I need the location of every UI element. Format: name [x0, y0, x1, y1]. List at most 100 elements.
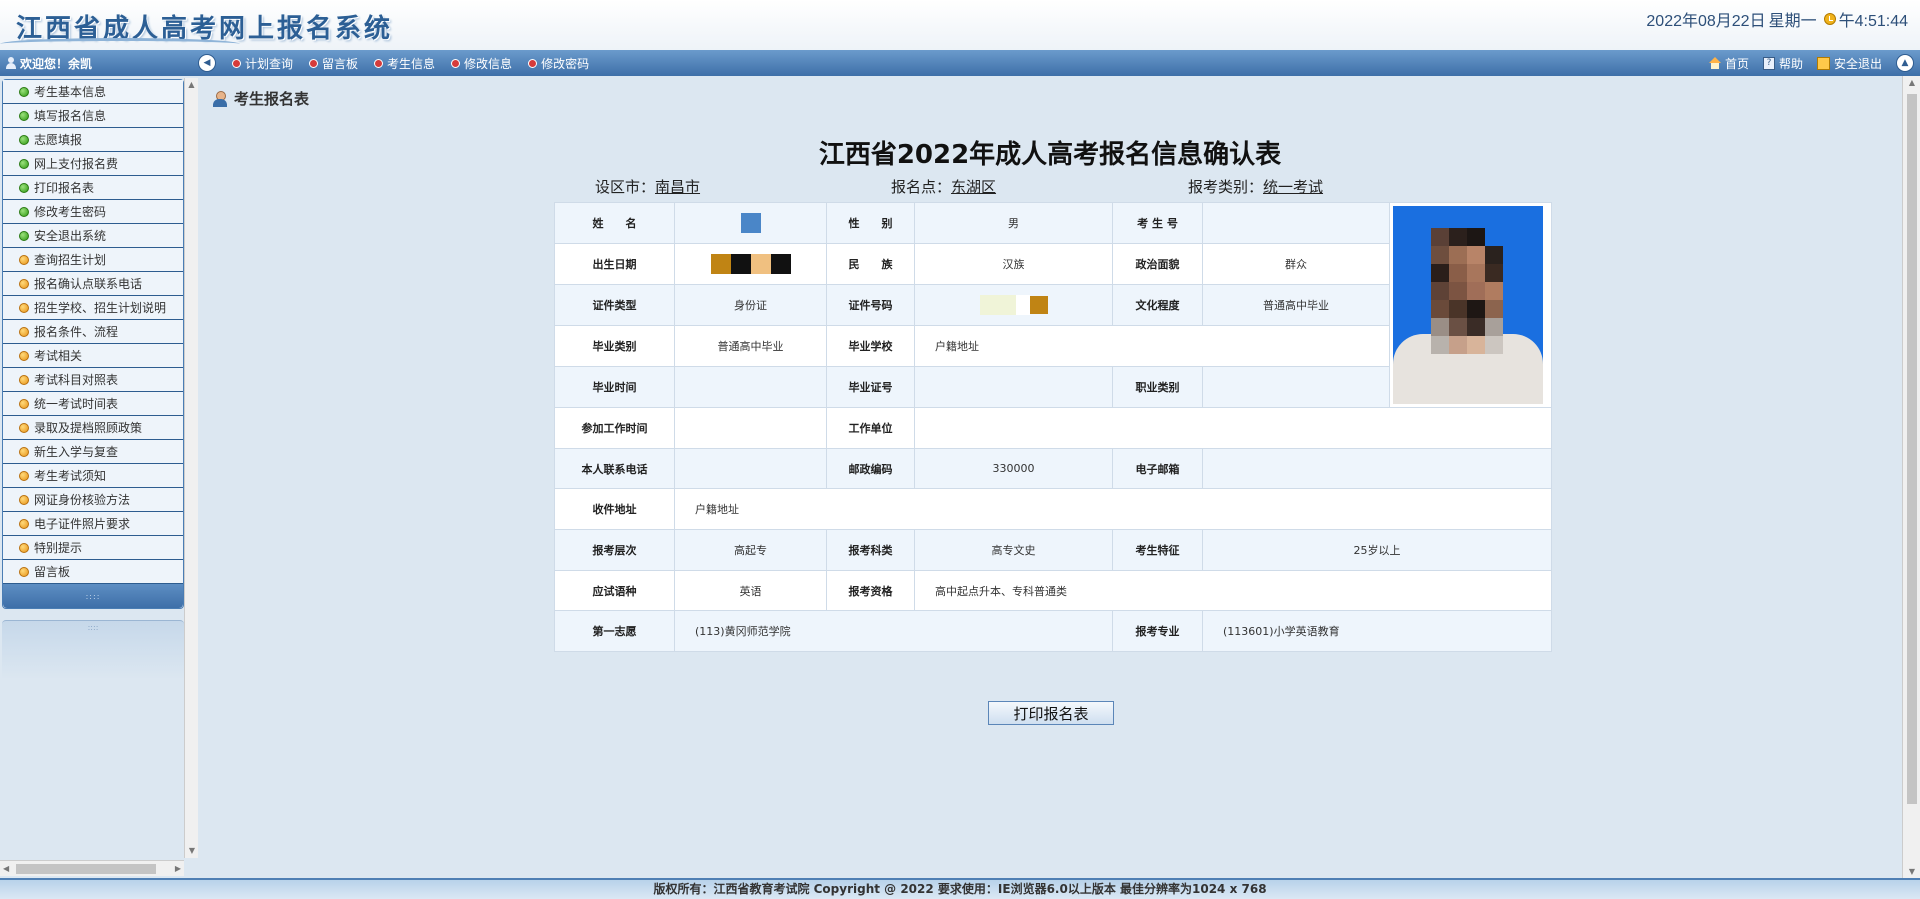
table-row: 参加工作时间 工作单位: [554, 407, 1552, 449]
sidebar-item-exam-schedule[interactable]: 统一考试时间表: [3, 392, 183, 416]
edu-label: 文化程度: [1112, 284, 1203, 326]
sidebar-item-label: 录取及提档照顾政策: [34, 421, 143, 435]
scroll-up-arrow-icon[interactable]: ▲: [185, 78, 198, 92]
job-type-value: [1202, 366, 1390, 408]
orange-dot-icon: [19, 566, 29, 577]
id-type-value: 身份证: [674, 284, 827, 326]
nav-right: 首页 ? 帮助 安全退出 ▲: [1708, 54, 1920, 72]
scroll-down-arrow-icon[interactable]: ▼: [185, 844, 199, 858]
user-icon: [6, 57, 16, 69]
scroll-thumb[interactable]: [1907, 94, 1917, 804]
green-dot-icon: [19, 86, 29, 97]
id-type-label: 证件类型: [554, 284, 675, 326]
sidebar-item-school-plan-desc[interactable]: 招生学校、招生计划说明: [3, 296, 183, 320]
red-dot-icon: [528, 58, 538, 68]
scroll-down-arrow-icon[interactable]: ▼: [1903, 867, 1920, 876]
sidebar-item-logout[interactable]: 安全退出系统: [3, 224, 183, 248]
nav-link-message-board[interactable]: 留言板: [301, 55, 366, 72]
employer-value: [914, 407, 1552, 449]
nav-link-plan-query[interactable]: 计划查询: [224, 55, 301, 72]
sidebar-horizontal-scrollbar[interactable]: ◀ ▶: [0, 860, 184, 876]
logout-link[interactable]: 安全退出: [1816, 55, 1882, 72]
scroll-left-arrow-icon[interactable]: ◀: [3, 861, 9, 877]
sidebar-item-change-password[interactable]: 修改考生密码: [3, 200, 183, 224]
scroll-up-arrow-icon[interactable]: ▲: [1903, 78, 1920, 87]
sidebar-item-online-payment[interactable]: 网上支付报名费: [3, 152, 183, 176]
scroll-right-arrow-icon[interactable]: ▶: [175, 861, 181, 877]
sidebar-item-label: 考生考试须知: [34, 469, 107, 483]
zip-value: 330000: [914, 447, 1113, 490]
grad-type-value: 普通高中毕业: [674, 325, 827, 367]
print-form-button[interactable]: 打印报名表: [988, 701, 1114, 725]
subject-label: 报考科类: [826, 529, 915, 571]
sidebar-item-conditions[interactable]: 报名条件、流程: [3, 320, 183, 344]
sidebar-item-enrollment[interactable]: 新生入学与复查: [3, 440, 183, 464]
table-row: 收件地址 户籍地址: [554, 488, 1552, 531]
id-no-value: [914, 284, 1113, 326]
sidebar-item-fill-registration[interactable]: 填写报名信息: [3, 104, 183, 128]
politics-value: 群众: [1202, 243, 1390, 285]
help-icon: ?: [1762, 56, 1775, 70]
home-link[interactable]: 首页: [1708, 55, 1749, 72]
email-value: [1202, 447, 1552, 490]
section-title: 考生报名表: [212, 88, 309, 109]
sidebar-item-site-phone[interactable]: 报名确认点联系电话: [3, 272, 183, 296]
collapse-sidebar-button[interactable]: ◀: [198, 54, 216, 72]
main-vertical-scrollbar[interactable]: ▲ ▼: [1902, 76, 1920, 878]
sidebar-item-exam-notice[interactable]: 考生考试须知: [3, 464, 183, 488]
nav-link-student-info[interactable]: 考生信息: [366, 55, 443, 72]
sidebar-item-message-board[interactable]: 留言板: [3, 560, 183, 584]
redacted-block: [979, 295, 1016, 315]
zip-label: 邮政编码: [826, 447, 915, 490]
language-label: 应试语种: [554, 569, 675, 612]
student-photo: [1393, 206, 1543, 404]
grad-type-label: 毕业类别: [554, 325, 675, 367]
language-value: 英语: [674, 569, 827, 612]
meta-city: 设区市：南昌市: [595, 176, 730, 197]
sidebar-item-admission-policy[interactable]: 录取及提档照顾政策: [3, 416, 183, 440]
datetime: 2022年08月22日 星期一 午4:51:44: [1646, 7, 1908, 31]
sidebar-item-query-plan[interactable]: 查询招生计划: [3, 248, 183, 272]
help-link[interactable]: ? 帮助: [1762, 55, 1803, 72]
orange-dot-icon: [19, 278, 29, 289]
sidebar: 考生基本信息 填写报名信息 志愿填报 网上支付报名费 打印报名表 修改考生密码 …: [0, 76, 198, 880]
sidebar-item-basic-info[interactable]: 考生基本信息: [3, 80, 183, 104]
nav-link-change-password[interactable]: 修改密码: [520, 55, 597, 72]
grad-cert-value: [914, 366, 1113, 408]
meta-type-value: 统一考试: [1263, 178, 1324, 196]
table-row: 本人联系电话 邮政编码 330000 电子邮箱: [554, 447, 1552, 490]
redacted-block: [740, 213, 761, 233]
sidebar-item-subject-table[interactable]: 考试科目对照表: [3, 368, 183, 392]
sidebar-item-special-notice[interactable]: 特别提示: [3, 536, 183, 560]
nation-value: 汉族: [914, 243, 1113, 285]
grad-time-value: [674, 366, 827, 408]
collapse-header-button[interactable]: ▲: [1896, 54, 1914, 72]
sidebar-item-id-verify[interactable]: 网证身份核验方法: [3, 488, 183, 512]
green-dot-icon: [19, 134, 29, 145]
phone-label: 本人联系电话: [554, 447, 675, 490]
sidebar-item-exam-related[interactable]: 考试相关: [3, 344, 183, 368]
sidebar-item-print-form[interactable]: 打印报名表: [3, 176, 183, 200]
nav-link-edit-info[interactable]: 修改信息: [443, 55, 520, 72]
meta-site-label: 报名点：: [891, 178, 952, 196]
meta-city-label: 设区市：: [595, 178, 656, 196]
orange-dot-icon: [19, 446, 29, 457]
scroll-thumb[interactable]: [16, 864, 156, 874]
sidebar-item-photo-requirements[interactable]: 电子证件照片要求: [3, 512, 183, 536]
date-text: 2022年08月22日: [1646, 13, 1766, 30]
red-dot-icon: [232, 58, 241, 68]
sidebar-item-label: 修改考生密码: [34, 205, 107, 219]
birth-value: [674, 243, 827, 285]
red-dot-icon: [451, 58, 461, 68]
orange-dot-icon: [19, 254, 29, 265]
exam-no-label: 考 生 号: [1112, 202, 1203, 244]
meta-city-value: 南昌市: [655, 178, 701, 196]
sidebar-item-volunteer[interactable]: 志愿填报: [3, 128, 183, 152]
sidebar-item-label: 招生学校、招生计划说明: [34, 301, 167, 315]
sidebar-vertical-scrollbar[interactable]: ▲ ▼: [184, 78, 198, 858]
header: 江西省成人高考网上报名系统 2022年08月22日 星期一 午4:51:44: [0, 0, 1920, 50]
logout-label: 安全退出: [1833, 56, 1882, 71]
welcome-text: 欢迎您！余凯: [20, 56, 93, 71]
employer-label: 工作单位: [826, 407, 915, 449]
work-time-label: 参加工作时间: [554, 407, 675, 449]
